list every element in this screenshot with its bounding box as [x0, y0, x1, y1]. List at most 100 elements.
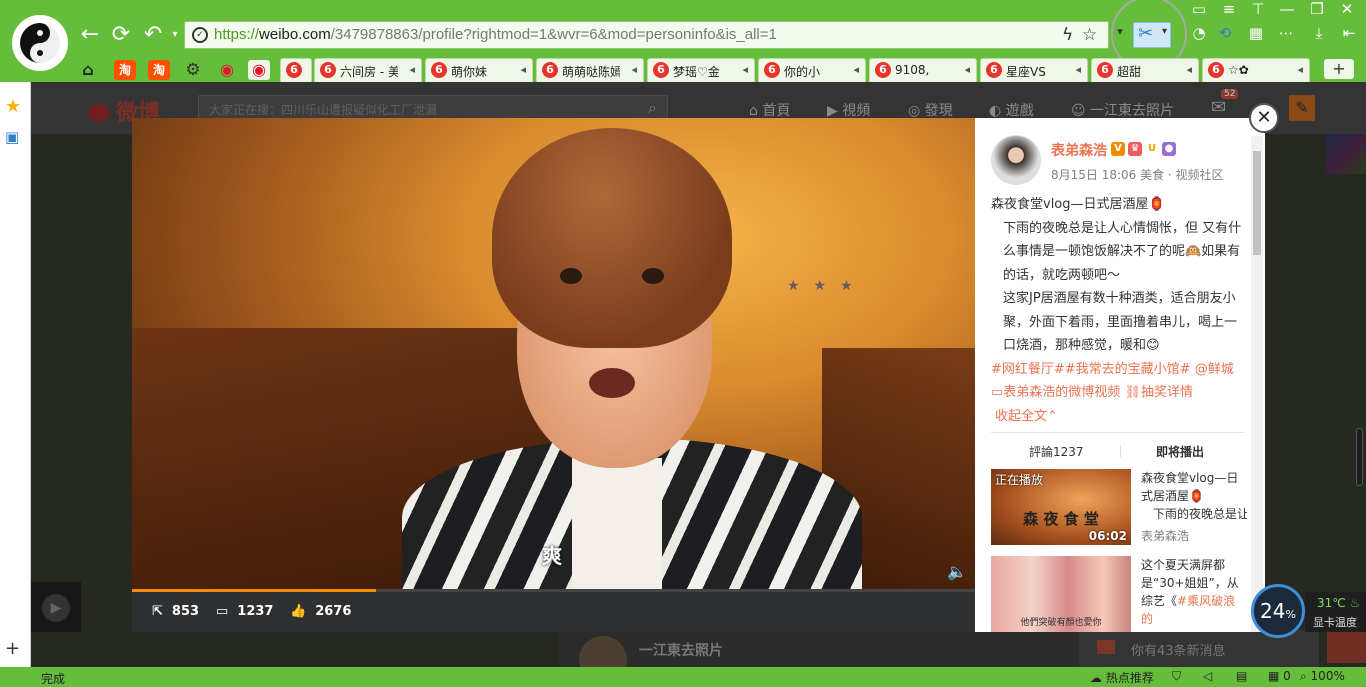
menu-icon[interactable]: ≡: [1218, 0, 1240, 18]
tab-8[interactable]: 6 ☆✿ ◂: [1202, 58, 1310, 82]
hot-recommend[interactable]: ☁ 热点推荐: [1090, 669, 1154, 686]
close-icon[interactable]: ✕: [1249, 103, 1279, 133]
nav-discover[interactable]: ◎ 發現: [908, 100, 953, 120]
mute-icon[interactable]: ◂: [742, 63, 748, 76]
reader-icon[interactable]: ▭: [1188, 0, 1210, 18]
hashtag-links[interactable]: #网红餐厅##我常去的宝藏小馆# @鲜城: [991, 358, 1247, 382]
six-rooms-icon: 6: [986, 62, 1002, 78]
sync-icon[interactable]: ⟲: [1214, 24, 1236, 42]
tab-5[interactable]: 6 9108, ◂: [869, 58, 977, 82]
mute-icon[interactable]: ◂: [964, 63, 970, 76]
mute-icon[interactable]: ◂: [1186, 63, 1192, 76]
memory-gauge[interactable]: 24%: [1251, 584, 1305, 638]
six-rooms-icon: 6: [431, 62, 447, 78]
browser-toolbar: ← ⟳ ↶ ▾ ✓ https://weibo.com/3479878863/p…: [0, 0, 1366, 82]
taobao-icon[interactable]: 淘: [148, 60, 170, 80]
search-icon[interactable]: ⌕: [648, 98, 657, 118]
refresh-icon[interactable]: ⟳: [108, 22, 134, 48]
adblock-icon[interactable]: ▦ 0: [1268, 669, 1291, 683]
panel-scrollbar[interactable]: [1251, 136, 1263, 632]
minimize-icon[interactable]: —: [1276, 0, 1298, 18]
chat-icon[interactable]: [1327, 628, 1366, 663]
nav-home[interactable]: ⌂ 首頁: [749, 100, 790, 120]
author-badges: V ♛ U ●: [1111, 140, 1179, 156]
author-avatar[interactable]: [991, 135, 1041, 185]
back-icon[interactable]: ←: [77, 22, 103, 48]
volume-icon[interactable]: ◁: [1203, 669, 1212, 683]
mini-player[interactable]: ▶: [31, 582, 81, 632]
six-rooms-icon: 6: [1208, 62, 1224, 78]
taobao-icon[interactable]: 淘: [114, 60, 136, 80]
recommended-video[interactable]: 正在播放 森 夜 食 堂 06:02 森夜食堂vlog—日式居酒屋🏮 下雨的夜晚…: [991, 469, 1247, 545]
post-title: 森夜食堂vlog—日式居酒屋🏮: [991, 197, 1165, 212]
nav-video[interactable]: ▶ 視頻: [827, 100, 870, 120]
close-window-icon[interactable]: ✕: [1336, 0, 1358, 18]
lightning-icon[interactable]: ϟ: [1062, 25, 1073, 45]
compose-icon[interactable]: ✎: [1289, 95, 1315, 121]
tab-4[interactable]: 6 你的小 ◂: [758, 58, 866, 82]
tab-upcoming[interactable]: 即将播出: [1156, 443, 1204, 460]
six-rooms-icon: 6: [286, 62, 302, 78]
add-sidebar-icon[interactable]: +: [5, 638, 20, 659]
six-rooms-icon: 6: [320, 62, 336, 78]
verified-v-icon: V: [1111, 142, 1125, 156]
mute-icon[interactable]: ◂: [631, 63, 637, 76]
volume-icon[interactable]: 🔈: [947, 562, 967, 581]
sidebar-toggle-icon[interactable]: ⇤: [1338, 24, 1360, 42]
like-button[interactable]: 👍 2676: [290, 604, 351, 619]
settings-icon[interactable]: ⚙: [182, 60, 204, 80]
extension-icon[interactable]: ◔: [1188, 24, 1210, 42]
browser-logo[interactable]: [12, 15, 68, 71]
tab-2[interactable]: 6 萌萌哒陈嫣 ◂: [536, 58, 644, 82]
mute-icon[interactable]: ◂: [520, 63, 526, 76]
new-tab-button[interactable]: +: [1324, 59, 1354, 79]
comment-button[interactable]: ▭ 1237: [216, 604, 273, 619]
tab-1[interactable]: 6 萌你妹 ◂: [425, 58, 533, 82]
mute-icon[interactable]: ◂: [853, 63, 859, 76]
reading-list-icon[interactable]: ▣: [5, 128, 19, 146]
restore-icon[interactable]: ❐: [1306, 0, 1328, 18]
tab-0[interactable]: 6 六间房 - 美 ◂: [314, 58, 422, 82]
tab-comments[interactable]: 評論1237: [1029, 443, 1084, 460]
tab-3[interactable]: 6 梦瑶♡金 ◂: [647, 58, 755, 82]
collapse-link[interactable]: 收起全文⌃: [991, 405, 1247, 429]
url-text[interactable]: https://weibo.com/3479878863/profile?rig…: [214, 26, 777, 43]
more-icon[interactable]: ⋯: [1275, 24, 1297, 42]
address-bar[interactable]: ✓ https://weibo.com/3479878863/profile?r…: [184, 21, 1109, 49]
gpu-temperature-widget[interactable]: 31℃ ♨ 显卡温度: [1305, 592, 1366, 632]
recommended-video[interactable]: 他們突破有顏也愛你 这个夏天满屏都是“30+姐姐”，从综艺《#乘风破浪的: [991, 556, 1247, 632]
crown-icon: ♛: [1128, 142, 1142, 156]
mute-icon[interactable]: ◂: [409, 63, 415, 76]
page-scrollbar-thumb[interactable]: [1356, 428, 1363, 486]
tab-6room[interactable]: 6: [280, 58, 312, 82]
avatar[interactable]: [579, 636, 627, 667]
messages-icon[interactable]: ✉ 52: [1211, 89, 1239, 118]
briefcase-icon[interactable]: ▤: [1236, 669, 1247, 683]
calculator-icon[interactable]: ▦: [1245, 24, 1267, 42]
nav-games[interactable]: ◐ 遊戲: [989, 100, 1034, 120]
favorites-star-icon[interactable]: ★: [5, 96, 21, 117]
mute-icon[interactable]: ◂: [1297, 63, 1303, 76]
tab-7[interactable]: 6 超甜 ◂: [1091, 58, 1199, 82]
scrollbar-thumb[interactable]: [1253, 151, 1261, 255]
author-name[interactable]: 表弟森浩: [1051, 140, 1107, 160]
video-thumbnail[interactable]: 他們突破有顏也愛你: [991, 556, 1131, 632]
video-links[interactable]: ▭表弟森浩的微博视频 ⛓抽奖详情: [991, 381, 1247, 405]
bookmark-star-icon[interactable]: ☆: [1082, 25, 1097, 45]
mute-icon[interactable]: ◂: [1075, 63, 1081, 76]
post-meta: 8月15日 18:06 美食 · 视频社区: [1051, 168, 1224, 182]
post-detail-panel: 表弟森浩 V ♛ U ● 8月15日 18:06 美食 · 视频社区 森夜食堂vlog…: [975, 118, 1265, 632]
home-icon[interactable]: ⌂: [77, 60, 99, 80]
share-button[interactable]: ⇱ 853: [152, 604, 199, 619]
weibo-active-tab-icon[interactable]: ◉: [248, 60, 270, 80]
tab-6[interactable]: 6 星座VS ◂: [980, 58, 1088, 82]
video-thumbnail[interactable]: 正在播放 森 夜 食 堂 06:02: [991, 469, 1131, 545]
shield-icon[interactable]: ⛉: [1172, 669, 1181, 684]
nav-profile[interactable]: ☺ 一江東去照片: [1071, 100, 1174, 120]
download-icon[interactable]: ⤓: [1308, 24, 1330, 42]
video-player[interactable]: ★★★ 爽 🔈: [132, 118, 975, 592]
skin-icon[interactable]: ⊤: [1247, 0, 1269, 18]
zoom-icon[interactable]: ⌕ 100%: [1300, 669, 1345, 684]
weibo-icon[interactable]: ◉: [216, 60, 238, 80]
six-rooms-icon: 6: [1097, 62, 1113, 78]
